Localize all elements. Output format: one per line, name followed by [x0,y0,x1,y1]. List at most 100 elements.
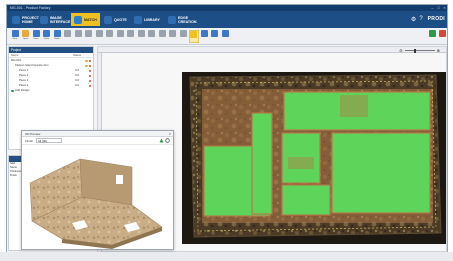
piece-right[interactable] [331,132,431,214]
preview-toolbar: Finish All (All) [22,137,173,145]
piece-vertical[interactable] [251,112,273,215]
toolbar-button-3[interactable]: Undo [42,30,52,43]
tool-icon [158,30,166,37]
maximize-icon[interactable]: □ [436,6,441,10]
minimize-icon[interactable]: – [430,6,435,10]
toolbar-button-10[interactable] [115,30,125,43]
toolbar-button-label: Open [22,38,29,40]
module-label: MATCH [84,17,97,22]
app-window: MG-001 - Product Factory – □ × PROJECT H… [6,4,448,253]
tool-icon [116,30,124,37]
tool-icon [179,30,187,37]
tool-icon [200,30,208,37]
tool-icon [106,30,113,37]
status-dot [85,64,88,67]
arrow-icon[interactable] [159,138,164,143]
settings-icon[interactable] [165,138,170,143]
outlet-cutout [116,175,123,184]
toolbar-button-12[interactable] [136,30,146,43]
tool-icon [190,31,197,38]
module-icon [40,15,48,24]
toolbar-button-20[interactable] [220,30,230,43]
module-tab-4[interactable]: LIBRARY [131,13,163,26]
toolbar-button-15[interactable] [168,30,178,43]
status-dot [88,79,91,82]
gear-icon[interactable]: ⚙ [411,16,416,23]
module-label: QUOTE [114,17,127,22]
save-icon [32,30,40,37]
tool-icon [221,30,229,37]
finish-select[interactable]: All (All) [36,138,62,143]
toolbar-button-5[interactable] [63,30,73,43]
toolbar-right-button-0[interactable] [427,30,437,43]
tool-icon [137,30,145,37]
close-icon[interactable]: × [442,6,447,10]
module-tab-3[interactable]: QUOTE [101,13,130,26]
open-icon [22,30,29,37]
toolbar-button-8[interactable] [94,30,104,43]
toolbar-button-14[interactable] [157,30,167,43]
tool-icon [85,30,92,37]
question-icon[interactable]: ? [419,16,422,22]
module-label: EDGE CREATION [178,15,197,24]
toolbar-button-9[interactable] [105,30,115,43]
status-dot [88,84,91,87]
toolbar: New Open Save Undo Redo [7,28,447,45]
header-right: ⚙ ? PRODI [411,14,445,24]
toolbar-button-11[interactable] [126,30,136,43]
edit-icon [428,30,436,37]
cutout-1 [340,95,368,117]
toolbar-button-6[interactable] [73,30,83,43]
tool-icon [211,30,218,37]
module-bar: PROJECT HOME IMAGE INTERFACE MATCH QUOTE LIB… [7,11,447,28]
brand-logo: PRODI [427,16,445,22]
toolbar-button-label: Save [33,38,39,40]
module-label: IMAGE INTERFACE [50,15,71,24]
properties-panel: Slab Name Thickness Finish [8,155,22,251]
bottom-strip [0,252,453,261]
toolbar-right-button-1[interactable] [437,30,447,43]
column-name: Name [11,53,19,57]
toolbar-button-17[interactable] [188,30,199,43]
tool-icon [127,30,134,37]
toolbar-button-1[interactable]: Open [21,30,31,43]
dialog-title-text: 3D Preview [25,132,41,136]
module-tab-1[interactable]: IMAGE INTERFACE [37,13,73,26]
module-icon [12,15,20,24]
toolbar-button-2[interactable]: Save [31,30,41,43]
piece-bottom[interactable] [281,184,331,216]
module-icon [134,15,142,24]
tree-row-label: Add Design [15,88,30,92]
redo-icon [53,30,61,37]
status-dot [85,59,88,62]
status-dot [88,59,91,62]
tool-icon [64,30,71,37]
window-title: MG-001 - Product Factory [10,6,51,10]
status-dot [11,89,14,92]
toolbar-button-16[interactable] [178,30,188,43]
toolbar-button-13[interactable] [147,30,157,43]
status-dot [88,74,91,77]
toolbar-button-7[interactable] [84,30,94,43]
toolbar-button-0[interactable]: New [10,30,20,43]
tree-row[interactable]: Add Design [9,88,93,93]
pencil-icon [438,30,446,37]
module-label: LIBRARY [144,17,160,22]
tool-icon [74,30,82,37]
module-icon [168,15,176,24]
cutout-2 [288,157,314,169]
toolbar-button-18[interactable] [199,30,209,43]
preview-dialog: 3D Preview × Finish All (All) [21,130,174,250]
new-icon [11,30,19,37]
tool-icon [148,30,155,37]
module-tab-2[interactable]: MATCH [71,13,100,26]
toolbar-button-label: New [12,38,18,40]
property-row: Finish [10,174,17,177]
toolbar-button-19[interactable] [210,30,220,43]
preview-3d-view[interactable] [22,145,173,249]
module-tab-5[interactable]: EDGE CREATION [165,13,200,26]
toolbar-button-4[interactable]: Redo [52,30,62,43]
module-icon [104,15,112,24]
tool-icon [169,30,176,37]
status-dot [88,69,91,72]
